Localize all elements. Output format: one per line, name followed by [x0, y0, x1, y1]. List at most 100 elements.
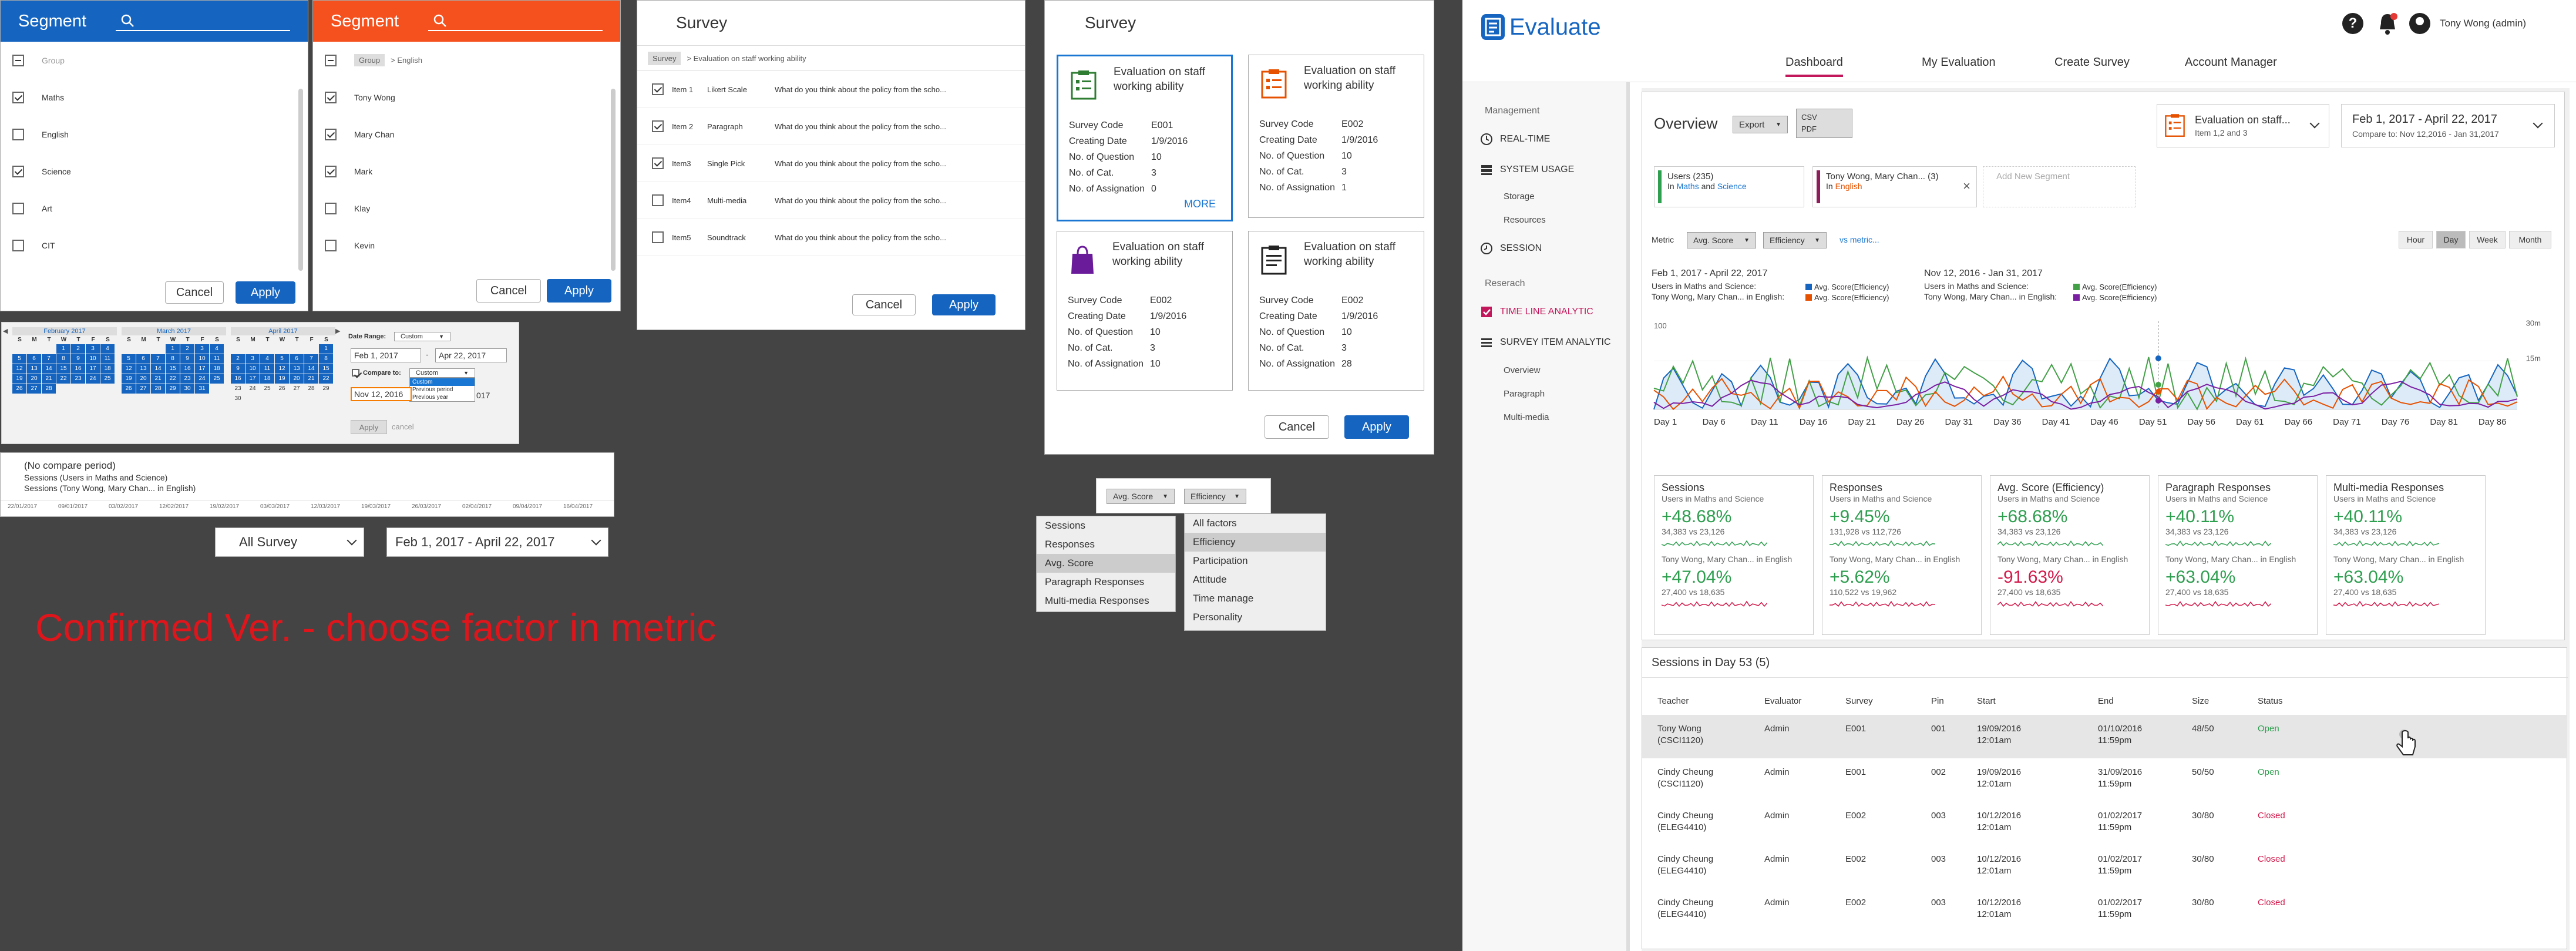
group-checkbox[interactable]	[325, 54, 337, 66]
calendar-day[interactable]: 10	[246, 364, 260, 374]
scrollbar[interactable]	[298, 89, 303, 271]
item-checkbox[interactable]	[325, 165, 337, 177]
calendar-day[interactable]: 8	[319, 354, 333, 364]
metric-card[interactable]: Sessions Users in Maths and Science +48.68…	[1654, 475, 1814, 635]
compare-checkbox[interactable]	[352, 369, 359, 377]
calendar-day[interactable]: 16	[180, 364, 194, 374]
granularity-week[interactable]: Week	[2469, 231, 2506, 248]
calendar-day[interactable]: 5	[275, 354, 289, 364]
calendar-day[interactable]: 11	[210, 354, 224, 364]
export-pdf[interactable]: PDF	[1801, 123, 1847, 135]
item-checkbox[interactable]	[652, 157, 664, 169]
calendar-day[interactable]: 15	[56, 364, 70, 374]
item-checkbox[interactable]	[12, 91, 24, 103]
calendar-day[interactable]: 26	[275, 384, 289, 394]
compare-option[interactable]: Previous year	[410, 394, 475, 401]
calendar-day[interactable]: 9	[71, 354, 85, 364]
table-row[interactable]: Cindy Cheung (ELEG4410) Admin E002 003 10/12…	[1642, 845, 2567, 889]
calendar-day[interactable]: 20	[136, 374, 150, 384]
calendar-day[interactable]: 4	[260, 354, 274, 364]
segment-chip[interactable]: Tony Wong, Mary Chan... (3) In English ×	[1812, 166, 1977, 207]
metric-card[interactable]: Responses Users in Maths and Science +9.45…	[1822, 475, 1982, 635]
app-logo[interactable]: Evaluate	[1480, 13, 1601, 41]
menu-item[interactable]: Sessions	[1037, 516, 1175, 535]
calendar-day[interactable]: 7	[151, 354, 165, 364]
survey-card[interactable]: Evaluation on staff working ability Surv…	[1248, 55, 1424, 218]
calendar-day[interactable]: 4	[100, 344, 115, 354]
table-row[interactable]: Item 1 Likert Scale What do you think abou…	[637, 71, 1025, 108]
calendar-day[interactable]: 4	[210, 344, 224, 354]
calendar-day[interactable]: 5	[122, 354, 136, 364]
list-item[interactable]: CIT	[1, 227, 308, 264]
cancel-button[interactable]: Cancel	[1265, 415, 1329, 439]
breadcrumb-root[interactable]: Survey	[648, 51, 681, 65]
calendar-day[interactable]: 26	[12, 384, 26, 394]
survey-card[interactable]: Evaluation on staff working ability Surv…	[1057, 231, 1233, 391]
table-row[interactable]: Item4 Multi-media What do you think about …	[637, 182, 1025, 219]
list-item[interactable]: Klay	[313, 190, 620, 227]
item-checkbox[interactable]	[652, 194, 664, 206]
sidebar-subitem-multimedia[interactable]: Multi-media	[1504, 412, 1549, 422]
calendar-day[interactable]: 31	[195, 384, 209, 394]
calendar-day[interactable]: 23	[71, 374, 85, 384]
segment-search-input[interactable]	[116, 11, 290, 31]
calendar-day[interactable]: 29	[319, 384, 333, 394]
calendar-day[interactable]: 19	[12, 374, 26, 384]
calendar-day[interactable]: 28	[42, 384, 56, 394]
sidebar-subitem-resources[interactable]: Resources	[1504, 215, 1546, 225]
metric-select[interactable]: Avg. Score ▼	[1687, 232, 1756, 248]
export-csv[interactable]: CSV	[1801, 112, 1847, 123]
item-checkbox[interactable]	[12, 128, 24, 140]
group-checkbox[interactable]	[12, 54, 24, 66]
apply-button[interactable]: Apply	[547, 279, 611, 303]
calendar-day[interactable]: 13	[136, 364, 150, 374]
metric-card[interactable]: Paragraph Responses Users in Maths and Sc…	[2158, 475, 2318, 635]
calendar-day[interactable]: 21	[42, 374, 56, 384]
calendar-day[interactable]: 21	[304, 374, 318, 384]
menu-item[interactable]: Responses	[1037, 535, 1175, 554]
segment-chip[interactable]: Users (235) In Maths and Science	[1654, 166, 1804, 207]
menu-item[interactable]: Personality	[1185, 608, 1326, 627]
sidebar-item-system-usage[interactable]: SYSTEM USAGE	[1480, 163, 1574, 176]
efficiency-select[interactable]: Efficiency ▼	[1184, 489, 1246, 504]
help-icon[interactable]: ?	[2342, 13, 2363, 34]
calendar-day[interactable]: 13	[27, 364, 41, 374]
calendar-day[interactable]: 18	[210, 364, 224, 374]
calendar-day[interactable]: 30	[231, 394, 245, 404]
calendar-day[interactable]: 25	[210, 374, 224, 384]
sidebar-item-realtime[interactable]: REAL-TIME	[1480, 133, 1550, 146]
vs-metric-link[interactable]: vs metric...	[1839, 235, 1879, 244]
tab-dashboard[interactable]: Dashboard	[1785, 56, 1843, 77]
calendar-day[interactable]: 6	[290, 354, 304, 364]
calendar-day[interactable]: 17	[246, 374, 260, 384]
calendar-day[interactable]: 22	[319, 374, 333, 384]
calendar-day[interactable]: 27	[27, 384, 41, 394]
calendar-day[interactable]: 24	[195, 374, 209, 384]
calendar-day[interactable]: 14	[42, 364, 56, 374]
calendar-day[interactable]: 23	[231, 384, 245, 394]
menu-item[interactable]: Attitude	[1185, 570, 1326, 589]
chevron-left-icon[interactable]: ◀	[3, 327, 8, 335]
item-checkbox[interactable]	[12, 165, 24, 177]
calendar-day[interactable]: 30	[180, 384, 194, 394]
list-item[interactable]: English	[1, 116, 308, 153]
calendar-day[interactable]: 1	[56, 344, 70, 354]
cancel-button[interactable]: Cancel	[165, 281, 224, 304]
calendar-day[interactable]: 18	[100, 364, 115, 374]
group-row[interactable]: Group > English	[313, 42, 620, 79]
tab-account-manager[interactable]: Account Manager	[2185, 56, 2277, 69]
calendar-day[interactable]: 16	[71, 364, 85, 374]
calendar-day[interactable]: 9	[231, 364, 245, 374]
metric-card[interactable]: Multi-media Responses Users in Maths and …	[2326, 475, 2486, 635]
calendar-day[interactable]: 16	[231, 374, 245, 384]
calendar-day[interactable]: 2	[180, 344, 194, 354]
calendar-day[interactable]: 8	[166, 354, 180, 364]
item-checkbox[interactable]	[12, 239, 24, 251]
item-checkbox[interactable]	[325, 239, 337, 251]
date-dropdown[interactable]: Feb 1, 2017 - April 22, 2017	[386, 527, 608, 557]
table-row[interactable]: Tony Wong (CSCI1120) Admin E001 001 19/09/20…	[1642, 715, 2567, 758]
calendar-day[interactable]: 21	[151, 374, 165, 384]
survey-dropdown[interactable]: All Survey	[215, 527, 364, 557]
list-item[interactable]: Science	[1, 153, 308, 190]
calendar-day[interactable]: 15	[319, 364, 333, 374]
